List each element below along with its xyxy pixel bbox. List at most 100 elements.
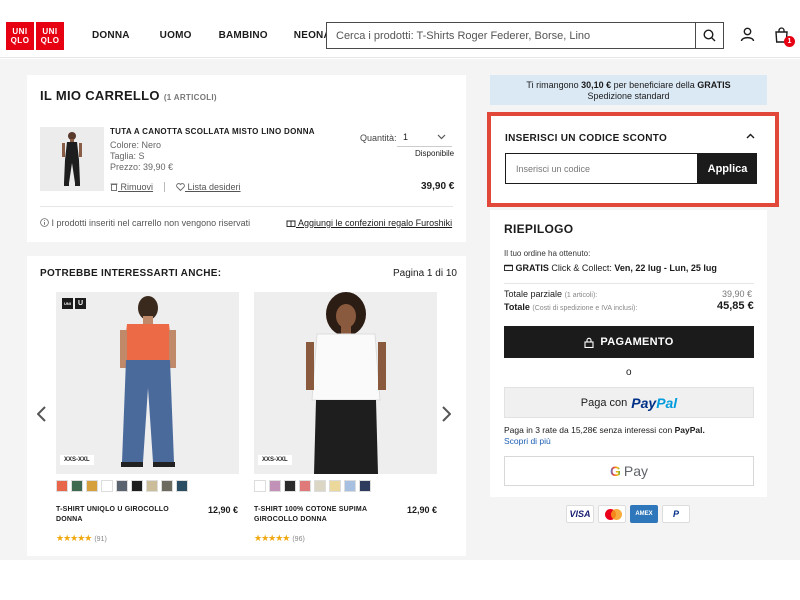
coupon-panel: INSERISCI UN CODICE SCONTO Applica — [487, 112, 779, 207]
google-g-icon: G — [609, 463, 621, 479]
product-card-image[interactable]: UNI U XXS-XXL — [56, 292, 239, 474]
uniqlo-logo[interactable]: UNI QLO UNI QLO — [6, 22, 64, 50]
color-swatch[interactable] — [329, 480, 341, 492]
product-image[interactable] — [40, 127, 104, 191]
subtotal-label-text: Totale parziale — [504, 289, 563, 299]
reservation-note: I prodotti inseriti nel carrello non ven… — [40, 218, 250, 228]
logo-text-top-2: UNI — [42, 27, 58, 36]
product-price: 12,90 € — [208, 505, 239, 515]
search-icon — [703, 29, 716, 42]
color-swatch[interactable] — [146, 480, 158, 492]
product-color: Colore: Nero — [110, 140, 162, 150]
paypal-logo-pal: Pal — [656, 394, 678, 411]
or-separator: o — [626, 367, 632, 378]
total-value: 45,85 € — [717, 300, 754, 312]
color-swatch[interactable] — [56, 480, 68, 492]
color-swatch[interactable] — [176, 480, 188, 492]
total-label-text: Totale — [504, 302, 530, 312]
uniqlo-u-badge: UNI U — [62, 298, 86, 309]
quantity-value: 1 — [403, 132, 409, 142]
search-input[interactable] — [327, 23, 695, 48]
notice-text-mid: per beneficiare della — [613, 80, 695, 90]
color-swatch[interactable] — [299, 480, 311, 492]
color-swatch[interactable] — [86, 480, 98, 492]
gift-icon — [286, 220, 296, 227]
product-title[interactable]: T-SHIRT 100% COTONE SUPIMA GIROCOLLO DON… — [254, 505, 384, 525]
paypal-prefix: Paga con — [580, 396, 628, 409]
paypal-logo: PayPal — [631, 395, 677, 411]
logo-text-bottom-2: QLO — [40, 36, 60, 45]
subtotal-label: Totale parziale (1 articoli): — [504, 289, 597, 299]
badge-u: U — [75, 298, 86, 309]
color-swatch[interactable] — [116, 480, 128, 492]
cart-item-count: (1 ARTICOLI) — [163, 93, 217, 102]
recommendations-title: POTREBBE INTERESSARTI ANCHE: — [40, 268, 222, 279]
color-swatch[interactable] — [269, 480, 281, 492]
nav-bambino[interactable]: BAMBINO — [219, 30, 268, 41]
learn-more-link[interactable]: Scopri di più — [504, 436, 551, 446]
coupon-collapse-toggle[interactable] — [746, 130, 755, 142]
reservation-note-text: I prodotti inseriti nel carrello non ven… — [51, 218, 251, 228]
top-header: UNI QLO UNI QLO DONNA UOMO BAMBINO NEONA… — [0, 0, 800, 58]
review-count: (91) — [94, 536, 107, 543]
installments-text: Paga in 3 rate da 15,28€ senza interessi… — [504, 425, 673, 435]
paypal-button[interactable]: Paga con PayPal — [504, 387, 754, 418]
color-swatch[interactable] — [359, 480, 371, 492]
search-button[interactable] — [695, 23, 723, 48]
remove-button[interactable]: Rimuovi — [110, 182, 153, 192]
info-icon — [40, 218, 49, 227]
chevron-up-icon — [746, 133, 755, 139]
color-swatch[interactable] — [161, 480, 173, 492]
paypal-logo-pay: Pay — [631, 394, 657, 411]
color-swatches — [254, 480, 371, 492]
color-swatch[interactable] — [254, 480, 266, 492]
color-swatch[interactable] — [71, 480, 83, 492]
review-count: (96) — [292, 536, 305, 543]
total-label: Totale (Costi di spedizione e IVA inclus… — [504, 302, 637, 312]
quantity-select[interactable]: 1 — [397, 128, 452, 147]
gift-wrap-link[interactable]: Aggiungi le confezioni regalo Furoshiki — [286, 218, 452, 228]
mastercard-icon — [598, 505, 626, 523]
checkout-button[interactable]: PAGAMENTO — [504, 326, 754, 358]
availability-status: Disponibile — [415, 149, 455, 158]
line-total: 39,90 € — [421, 181, 455, 192]
nav-donna[interactable]: DONNA — [92, 30, 130, 41]
installments-note: Paga in 3 rate da 15,28€ senza interessi… — [504, 424, 754, 436]
apply-coupon-button[interactable]: Applica — [698, 153, 757, 184]
coupon-title[interactable]: INSERISCI UN CODICE SCONTO — [505, 133, 667, 144]
user-icon — [740, 27, 755, 42]
chevron-right-icon — [442, 406, 452, 422]
product-title[interactable]: T-SHIRT UNIQLO U GIROCOLLO DONNA — [56, 505, 186, 525]
logo-block-red: UNI QLO — [36, 22, 64, 50]
carousel-next-button[interactable] — [442, 406, 452, 427]
rating-stars: ★★★★★ (91) — [56, 533, 107, 543]
payment-methods: VISA AMEX P — [566, 505, 690, 523]
logo-text-top: UNI — [12, 27, 28, 36]
cart-title-text: IL MIO CARRELLO — [40, 88, 160, 103]
cart-button[interactable]: 1 — [774, 27, 795, 48]
color-swatch[interactable] — [284, 480, 296, 492]
wishlist-label: Lista desideri — [187, 182, 241, 192]
lock-icon — [584, 337, 594, 348]
cart-count-badge: 1 — [784, 36, 795, 47]
account-button[interactable] — [740, 27, 755, 47]
color-swatch[interactable] — [314, 480, 326, 492]
product-unit-price: Prezzo: 39,90 € — [110, 162, 174, 172]
badge-uni: UNI — [62, 298, 73, 309]
rating-stars: ★★★★★ (96) — [254, 533, 305, 543]
cart-panel: IL MIO CARRELLO (1 ARTICOLI) TUTA A CANOT… — [27, 75, 466, 242]
product-name[interactable]: TUTA A CANOTTA SCOLLATA MISTO LINO DONNA — [110, 127, 315, 136]
color-swatch[interactable] — [344, 480, 356, 492]
coupon-code-input[interactable] — [505, 153, 698, 184]
nav-uomo[interactable]: UOMO — [160, 30, 192, 41]
wishlist-button[interactable]: Lista desideri — [176, 182, 241, 192]
color-swatch[interactable] — [131, 480, 143, 492]
color-swatch[interactable] — [101, 480, 113, 492]
google-pay-button[interactable]: G Pay — [504, 456, 754, 486]
store-icon — [504, 264, 513, 271]
summary-title: RIEPILOGO — [504, 222, 574, 236]
checkout-label: PAGAMENTO — [600, 336, 674, 348]
click-collect-info: GRATIS Click & Collect: Ven, 22 lug - Lu… — [504, 263, 717, 273]
carousel-prev-button[interactable] — [36, 406, 46, 427]
product-card-image[interactable]: XXS-XXL — [254, 292, 437, 474]
